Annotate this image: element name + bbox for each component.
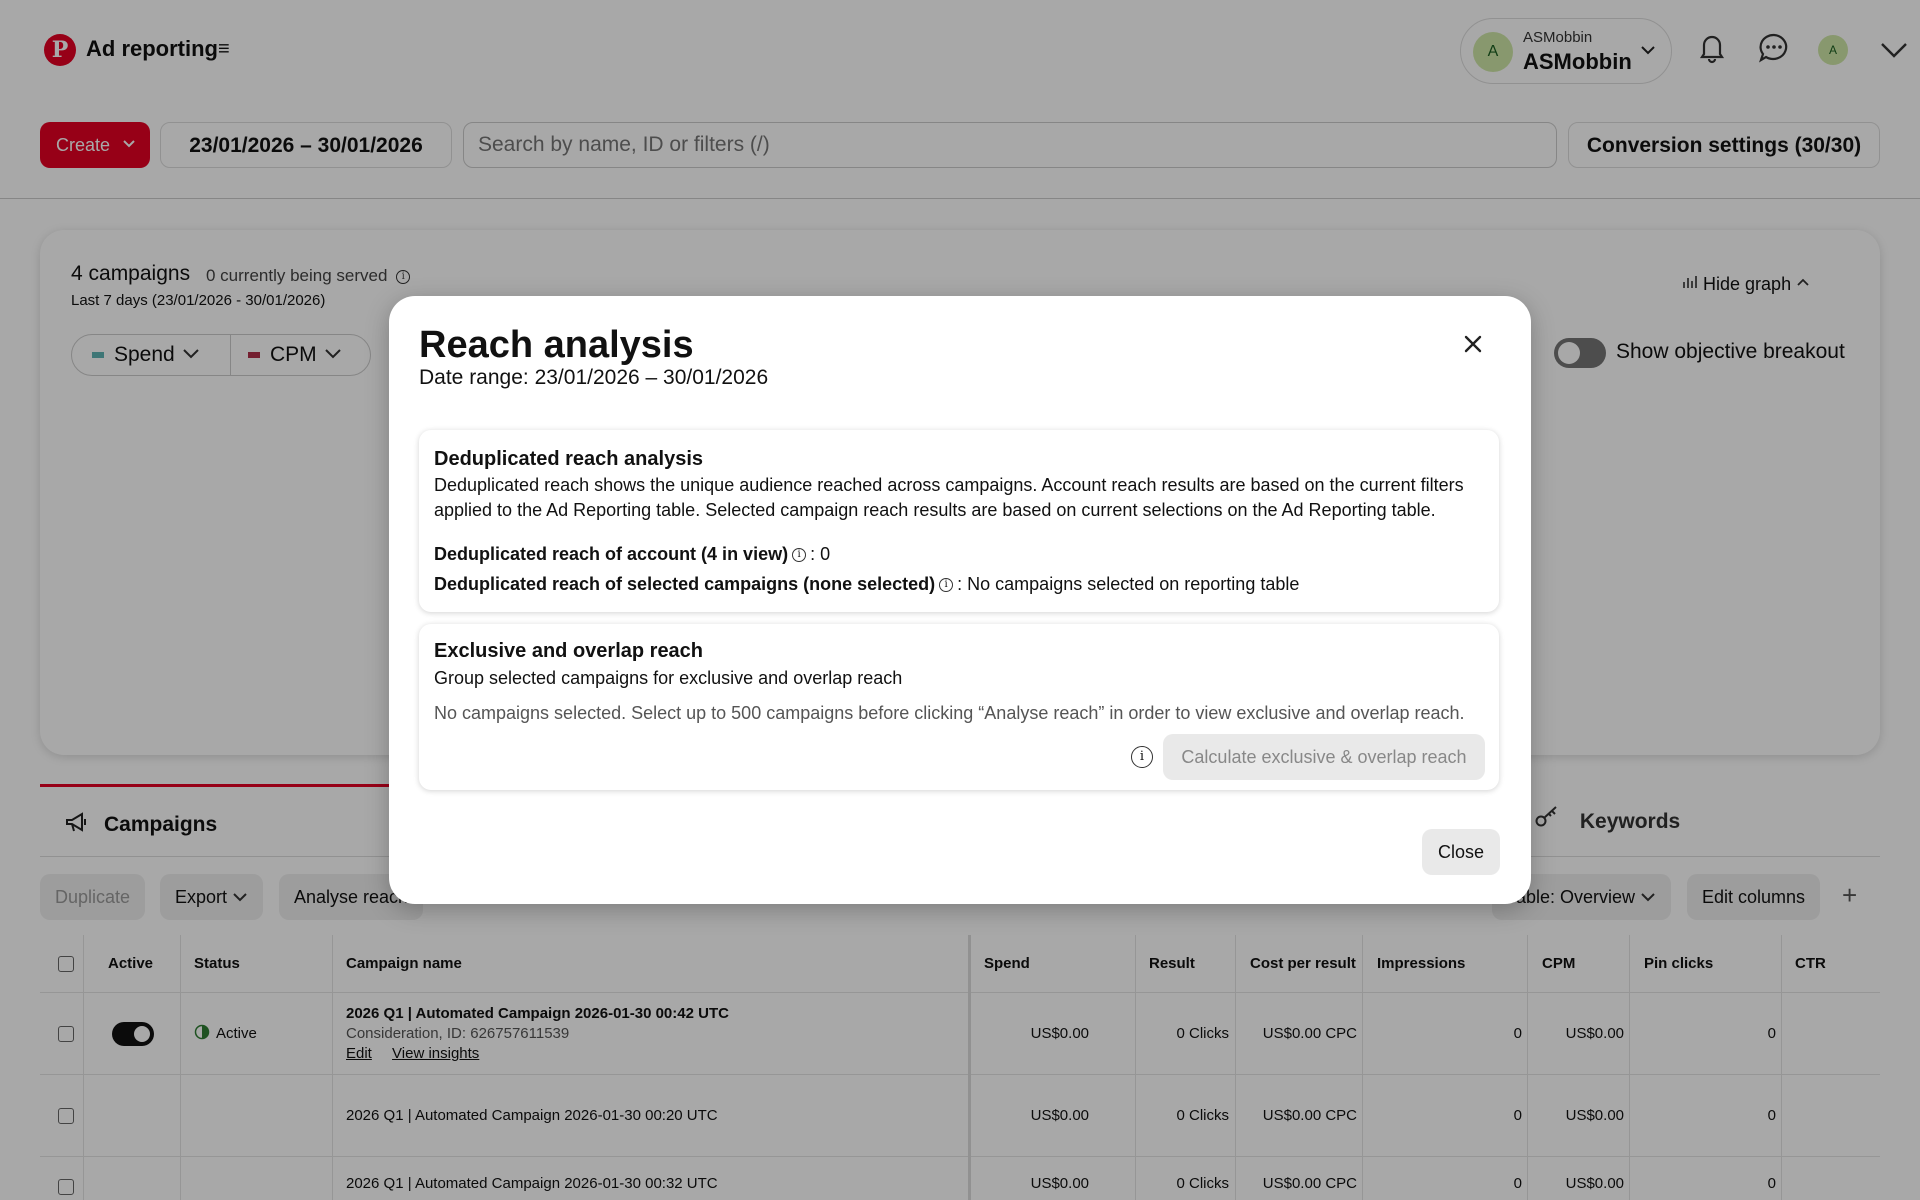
selected-reach-label: Deduplicated reach of selected campaigns… — [434, 574, 936, 594]
dialog-title: Reach analysis — [419, 324, 694, 366]
calculate-reach-button[interactable]: Calculate exclusive & overlap reach — [1163, 734, 1485, 780]
dialog-date-range: Date range: 23/01/2026 – 30/01/2026 — [419, 366, 769, 389]
account-reach-value: : 0 — [810, 544, 831, 564]
section-description: Deduplicated reach shows the unique audi… — [434, 475, 1464, 520]
section-title: Deduplicated reach analysis — [434, 448, 704, 470]
info-icon[interactable]: i — [792, 548, 807, 563]
selected-reach-line: Deduplicated reach of selected campaigns… — [434, 574, 1299, 595]
section-title: Exclusive and overlap reach — [434, 640, 704, 662]
section-subtitle: Group selected campaigns for exclusive a… — [434, 668, 903, 688]
reach-analysis-dialog: Reach analysis Date range: 23/01/2026 – … — [389, 296, 1531, 904]
exclusive-overlap-section: Exclusive and overlap reach Group select… — [419, 624, 1499, 790]
close-icon[interactable] — [1457, 328, 1489, 360]
close-button[interactable]: Close — [1422, 829, 1500, 875]
account-reach-line: Deduplicated reach of account (4 in view… — [434, 544, 830, 565]
selected-reach-value: : No campaigns selected on reporting tab… — [957, 574, 1300, 594]
info-icon[interactable]: i — [939, 578, 954, 593]
deduplicated-reach-section: Deduplicated reach analysis Deduplicated… — [419, 430, 1499, 612]
account-reach-label: Deduplicated reach of account (4 in view… — [434, 544, 789, 564]
no-selection-note: No campaigns selected. Select up to 500 … — [434, 703, 1465, 723]
info-icon[interactable]: i — [1131, 746, 1153, 768]
